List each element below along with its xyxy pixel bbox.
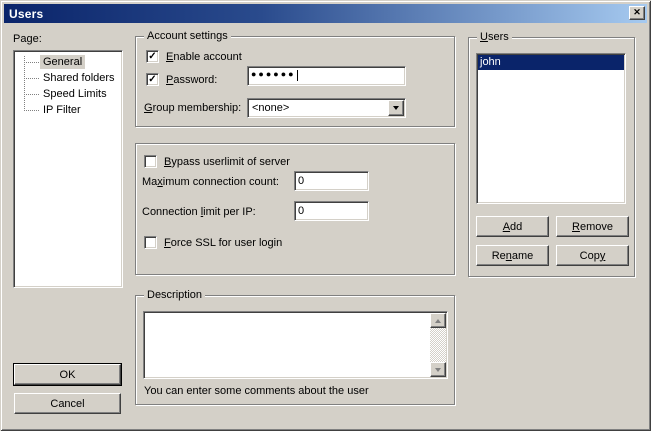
- window-title: Users: [9, 7, 43, 21]
- ip-limit-input[interactable]: [294, 201, 369, 221]
- tree-connector: [24, 94, 40, 95]
- ip-limit-label: Connection limit per IP:: [142, 206, 256, 218]
- tree-item-label: Shared folders: [40, 71, 118, 85]
- close-button[interactable]: ✕: [629, 6, 645, 20]
- tree-connector: [24, 62, 40, 63]
- description-help-text: You can enter some comments about the us…: [144, 385, 369, 397]
- users-group: Users john Add Remove Rename Copy: [468, 37, 635, 277]
- bypass-userlimit-label: Bypass userlimit of server: [164, 156, 290, 168]
- cancel-button[interactable]: Cancel: [14, 393, 121, 414]
- page-list-label: Page:: [13, 33, 42, 45]
- users-group-title: Users: [477, 30, 512, 44]
- enable-account-checkbox[interactable]: ✓: [146, 50, 159, 63]
- description-scrollbar[interactable]: [430, 313, 446, 377]
- password-value: ●●●●●●: [251, 69, 296, 79]
- connection-limits-group: Bypass userlimit of server Maximum conne…: [135, 143, 455, 275]
- enable-account-label: Enable account: [166, 51, 242, 63]
- description-title: Description: [144, 288, 205, 302]
- password-checkbox[interactable]: ✓: [146, 73, 159, 86]
- user-list-item[interactable]: john: [478, 55, 624, 70]
- tree-item-general[interactable]: General: [16, 54, 120, 70]
- force-ssl-checkbox[interactable]: [144, 236, 157, 249]
- remove-user-button[interactable]: Remove: [556, 216, 629, 237]
- tree-item-ip-filter[interactable]: IP Filter: [16, 102, 120, 118]
- triangle-down-icon: [435, 368, 441, 372]
- tree-connector: [24, 78, 40, 79]
- dropdown-button[interactable]: [388, 100, 404, 116]
- group-membership-value: <none>: [252, 102, 289, 114]
- force-ssl-label: Force SSL for user login: [164, 237, 282, 249]
- account-settings-title: Account settings: [144, 29, 231, 43]
- max-connections-label: Maximum connection count:: [142, 176, 279, 188]
- tree-item-speed-limits[interactable]: Speed Limits: [16, 86, 120, 102]
- description-field: [143, 311, 448, 379]
- tree-item-label: Speed Limits: [40, 87, 110, 101]
- tree-item-label: IP Filter: [40, 103, 84, 117]
- chevron-down-icon: [393, 106, 399, 110]
- description-group: Description You can enter some comments …: [135, 295, 455, 405]
- group-membership-label: Group membership:: [144, 102, 241, 114]
- bypass-userlimit-checkbox[interactable]: [144, 155, 157, 168]
- tree-connector: [24, 110, 40, 111]
- users-listbox[interactable]: john: [476, 53, 626, 204]
- max-connections-input[interactable]: [294, 171, 369, 191]
- ok-button[interactable]: OK: [14, 364, 121, 385]
- group-membership-select[interactable]: <none>: [247, 98, 406, 118]
- tree-item-label: General: [40, 55, 85, 69]
- add-user-button[interactable]: Add: [476, 216, 549, 237]
- password-label: Password:: [166, 74, 217, 86]
- triangle-up-icon: [435, 319, 441, 323]
- copy-user-button[interactable]: Copy: [556, 245, 629, 266]
- tree-item-shared-folders[interactable]: Shared folders: [16, 70, 120, 86]
- page-tree[interactable]: General Shared folders Speed Limits IP F…: [13, 50, 123, 288]
- password-input[interactable]: ●●●●●●: [247, 66, 406, 86]
- account-settings-group: Account settings ✓ Enable account ✓ Pass…: [135, 36, 455, 127]
- rename-user-button[interactable]: Rename: [476, 245, 549, 266]
- text-caret: [297, 70, 298, 81]
- close-icon: ✕: [633, 8, 641, 17]
- scroll-down-button[interactable]: [430, 362, 446, 377]
- scroll-up-button[interactable]: [430, 313, 446, 328]
- users-dialog: Users ✕ Page: General Shared folders Spe…: [0, 0, 651, 431]
- description-input[interactable]: [145, 313, 429, 377]
- title-bar[interactable]: Users ✕: [4, 4, 647, 23]
